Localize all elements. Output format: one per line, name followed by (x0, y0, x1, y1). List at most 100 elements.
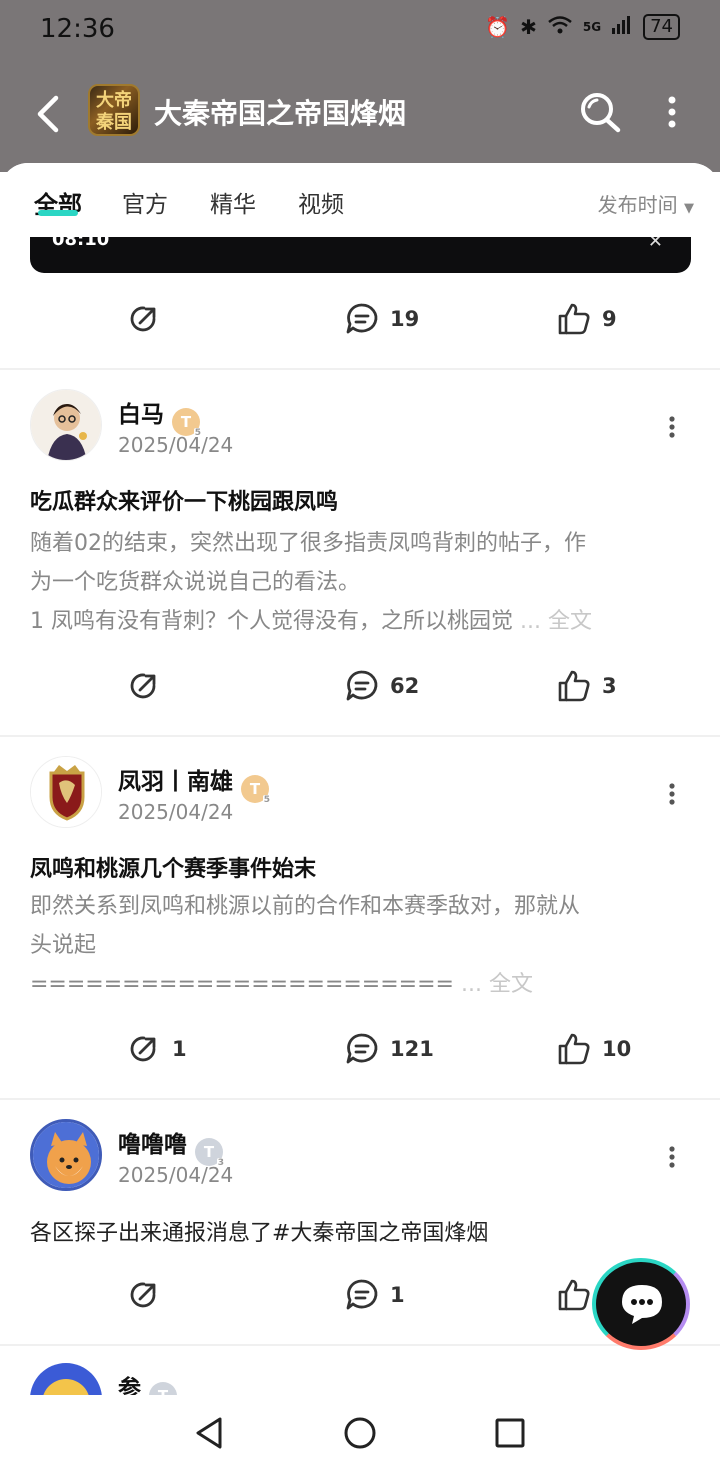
post-text[interactable]: 各区探子出来通报消息了#大秦帝国之帝国烽烟 (30, 1215, 488, 1247)
like-button[interactable]: 3 (556, 668, 617, 704)
tab-featured[interactable]: 精华 (210, 185, 256, 219)
badge-letter: T (158, 1387, 168, 1395)
system-nav-bar (0, 1395, 720, 1469)
status-bar: 12:36 ⏰ ✱ 5G 74 (0, 0, 720, 62)
tab-video[interactable]: 视频 (298, 185, 344, 219)
share-icon (130, 306, 156, 332)
like-button[interactable]: 10 (556, 1031, 631, 1067)
like-count: 3 (602, 674, 617, 698)
video-thumbnail[interactable]: 08:10 ✕ (30, 229, 691, 273)
thumbs-up-icon (558, 670, 590, 702)
read-more-link[interactable]: ... 全文 (461, 972, 533, 997)
excerpt-line: 1 凤鸣有没有背刺？个人觉得没有，之所以桃园觉 ... 全文 (30, 602, 690, 641)
page-title: 大秦帝国之帝国烽烟 (154, 97, 407, 130)
chevron-left-icon (37, 95, 59, 133)
app-header: 大帝 秦国 大秦帝国之帝国烽烟 (0, 62, 720, 172)
comment-icon (346, 670, 378, 701)
level-badge: T3 (195, 1138, 225, 1168)
read-more-link[interactable]: ... 全文 (520, 609, 592, 634)
avatar[interactable] (30, 756, 102, 828)
tab-official[interactable]: 官方 (122, 185, 168, 219)
like-count: 9 (602, 307, 617, 331)
thumbs-up-icon (558, 1279, 590, 1311)
content-sheet: 全部 官方 精华 视频 发布时间 ▼ 08:10 ✕ 19 9 白马 T 5 202… (0, 163, 720, 1395)
share-button[interactable] (126, 668, 162, 704)
more-options-button[interactable] (660, 92, 684, 132)
username-text: 参 (118, 1376, 141, 1395)
like-button[interactable]: 9 (556, 301, 617, 337)
level-badge: T3 (149, 1382, 177, 1395)
comment-icon (346, 1033, 378, 1064)
username-text: 凤羽丨南雄 (118, 769, 233, 795)
badge-letter: T (249, 780, 261, 798)
excerpt-line: ======================= ... 全文 (30, 965, 690, 1004)
sort-dropdown[interactable]: 发布时间 ▼ (598, 189, 694, 218)
back-button[interactable] (30, 90, 70, 138)
excerpt-line: 随着02的结束，突然出现了很多指责凤鸣背刺的帖子，作 (30, 531, 586, 556)
excerpt-text: 1 凤鸣有没有背刺？个人觉得没有，之所以桃园觉 (30, 609, 513, 634)
share-count: 1 (172, 1037, 187, 1061)
divider (0, 368, 720, 370)
share-icon (130, 1282, 156, 1308)
excerpt-line: 即然关系到凤鸣和桃源以前的合作和本赛季敌对，那就从 (30, 894, 581, 919)
tab-bar: 全部 官方 精华 视频 发布时间 ▼ (0, 163, 720, 237)
like-button[interactable] (556, 1277, 592, 1313)
post-actions: 1 121 10 (0, 1031, 720, 1071)
post-title[interactable]: 吃瓜群众来评价一下桃园跟凤鸣 (30, 484, 338, 516)
search-button[interactable] (578, 90, 622, 134)
search-icon (581, 93, 621, 133)
bluetooth-icon: ✱ (520, 15, 537, 39)
share-button[interactable] (126, 1277, 162, 1313)
username[interactable]: 白马 T 5 (118, 395, 202, 438)
wifi-icon (547, 15, 573, 40)
comment-button[interactable]: 19 (344, 301, 419, 337)
post-date: 2025/04/24 (118, 433, 234, 457)
badge-letter: T (180, 413, 192, 431)
post-actions: 62 3 (0, 668, 720, 708)
nav-back-icon[interactable] (190, 1413, 230, 1453)
avatar[interactable] (30, 1119, 102, 1191)
post-more-icon[interactable] (668, 782, 676, 806)
post-actions: 19 9 (0, 301, 720, 341)
more-vertical-icon (668, 96, 676, 128)
post-title[interactable]: 凤鸣和桃源几个赛季事件始末 (30, 851, 316, 883)
share-button[interactable] (126, 301, 162, 337)
active-tab-indicator (38, 210, 78, 216)
badge-letter: T (203, 1143, 215, 1161)
nav-recents-icon[interactable] (490, 1413, 530, 1453)
share-button[interactable]: 1 (126, 1031, 187, 1067)
alarm-icon: ⏰ (485, 15, 511, 39)
status-time: 12:36 (40, 14, 115, 44)
chat-fab-button[interactable] (592, 1258, 690, 1350)
comment-button[interactable]: 121 (344, 1031, 434, 1067)
avatar[interactable] (30, 389, 102, 461)
post-date: 2025/04/24 (118, 800, 234, 824)
post-date: 2025/04/24 (118, 1163, 234, 1187)
network-label: 5G (582, 20, 602, 34)
share-icon (130, 673, 156, 699)
post-more-icon[interactable] (668, 415, 676, 439)
excerpt-line: 头说起 (30, 933, 97, 958)
post-excerpt[interactable]: 即然关系到凤鸣和桃源以前的合作和本赛季敌对，那就从 头说起 ==========… (30, 887, 690, 1004)
signal-icon (611, 15, 633, 40)
avatar[interactable] (30, 1363, 102, 1395)
comment-button[interactable]: 1 (344, 1277, 405, 1313)
sort-label: 发布时间 (597, 193, 678, 217)
level-badge: T5 (172, 408, 202, 438)
comment-button[interactable]: 62 (344, 668, 419, 704)
excerpt-text: ======================= (30, 972, 454, 997)
badge-level: 5 (262, 795, 271, 805)
comment-icon (346, 303, 378, 334)
thumbs-up-icon (558, 1033, 590, 1065)
battery-indicator: 74 (643, 14, 680, 40)
post-excerpt[interactable]: 随着02的结束，突然出现了很多指责凤鸣背刺的帖子，作 为一个吃货群众说说自己的看… (30, 524, 690, 641)
username[interactable]: 凤羽丨南雄 T 5 (118, 762, 271, 805)
divider (0, 1344, 720, 1346)
post-more-icon[interactable] (668, 1145, 676, 1169)
username[interactable]: 参 T3 (118, 1369, 177, 1395)
nav-home-icon[interactable] (340, 1413, 380, 1453)
username[interactable]: 噜噜噜 T 3 (118, 1125, 225, 1168)
status-icons: ⏰ ✱ 5G 74 (485, 14, 680, 40)
post-card[interactable]: 参 T3 (0, 1363, 720, 1395)
username-text: 噜噜噜 (118, 1132, 187, 1158)
